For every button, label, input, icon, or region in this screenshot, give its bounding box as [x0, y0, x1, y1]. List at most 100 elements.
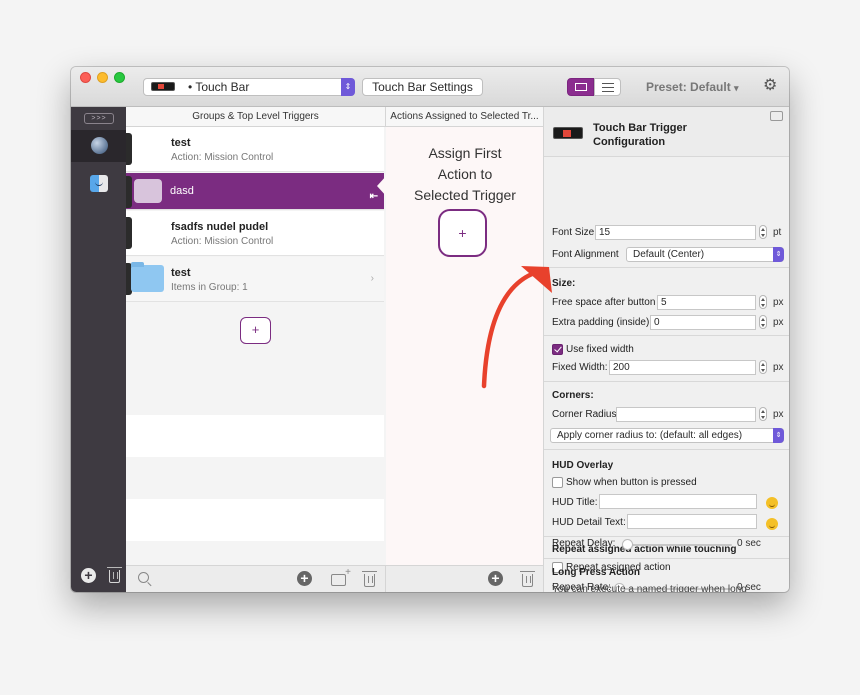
repeat-action-checkbox[interactable] [552, 562, 563, 573]
add-trigger-circle-button[interactable]: + [297, 571, 312, 586]
corner-radius-stepper[interactable] [759, 407, 767, 421]
config-title: Touch Bar Trigger Configuration [593, 121, 687, 149]
add-trigger-button[interactable]: + [240, 317, 271, 344]
touch-bar-button-preview [126, 133, 132, 165]
minimize-window-button[interactable] [97, 72, 108, 83]
touch-bar-settings-button[interactable]: Touch Bar Settings [362, 78, 483, 96]
delete-action-icon[interactable] [520, 571, 535, 587]
divider [544, 381, 789, 382]
btt-window: • Touch Bar ⇕ Touch Bar Settings Preset:… [71, 67, 789, 592]
close-window-button[interactable] [80, 72, 91, 83]
sidebar-item-global[interactable] [71, 130, 126, 162]
trigger-row-selected[interactable]: dasd ⇤ [126, 173, 384, 210]
corners-section-title: Corners: [552, 390, 594, 401]
touch-bar-icon [553, 127, 583, 139]
config-header: Touch Bar Trigger Configuration [544, 107, 789, 157]
free-space-unit: px [773, 297, 784, 308]
hint-line: Action to [437, 166, 493, 182]
font-size-label: Font Size [552, 227, 595, 238]
trigger-group-row[interactable]: test Items in Group: 1 › [126, 257, 384, 302]
free-space-stepper[interactable] [759, 295, 767, 309]
trigger-subtitle: Items in Group: 1 [171, 282, 248, 293]
add-app-button[interactable]: + [81, 568, 96, 583]
font-size-field[interactable]: 15 [595, 225, 756, 240]
extra-padding-unit: px [773, 317, 784, 328]
trigger-title: test [171, 137, 191, 149]
hud-detail-field[interactable] [627, 514, 757, 529]
preset-selector[interactable]: Preset: Default ▾ [646, 80, 739, 94]
trigger-subtitle: Action: Mission Control [171, 236, 274, 247]
title-bar: • Touch Bar ⇕ Touch Bar Settings Preset:… [71, 67, 789, 107]
add-folder-icon[interactable] [331, 567, 351, 586]
repeat-rate-slider[interactable] [614, 583, 625, 592]
divider [544, 449, 789, 450]
button-color-swatch [134, 179, 162, 203]
select-arrows-icon: ⇕ [341, 78, 355, 96]
gear-icon[interactable]: ⚙ [763, 77, 777, 95]
touch-bar-button-preview [126, 217, 132, 249]
search-icon[interactable] [138, 572, 149, 583]
chevron-right-icon: › [370, 273, 374, 284]
trigger-row[interactable]: test Action: Mission Control [126, 127, 384, 172]
actions-toolbar: + [386, 565, 544, 592]
view-grid-toggle[interactable] [567, 78, 594, 96]
add-action-circle-button[interactable]: + [488, 571, 503, 586]
apply-corner-radius-select[interactable]: Apply corner radius to: (default: all ed… [550, 428, 784, 443]
trigger-row[interactable]: fsadfs nudel pudel Action: Mission Contr… [126, 211, 384, 256]
sidebar-item-finder[interactable] [71, 169, 126, 201]
extra-padding-stepper[interactable] [759, 315, 767, 329]
hud-section-title: HUD Overlay [552, 460, 614, 471]
trigger-title: dasd [170, 185, 194, 197]
font-size-unit: pt [773, 227, 782, 238]
groups-toolbar: + [126, 565, 386, 592]
extra-padding-field[interactable]: 0 [650, 315, 756, 330]
free-space-label: Free space after button [552, 297, 656, 308]
assign-action-hint: Assign First Action to Selected Trigger [386, 143, 544, 206]
delete-app-icon[interactable] [107, 567, 122, 583]
preset-label: Preset: Default [646, 80, 731, 94]
config-title-line: Touch Bar Trigger [593, 122, 687, 134]
add-action-button[interactable]: + [438, 209, 487, 257]
font-size-stepper[interactable] [759, 225, 767, 239]
apply-corner-radius-value: Apply corner radius to: (default: all ed… [557, 430, 743, 441]
trigger-type-select[interactable]: • Touch Bar ⇕ [143, 78, 355, 96]
corner-radius-field[interactable] [616, 407, 756, 422]
touch-bar-icon [151, 82, 175, 91]
delete-trigger-icon[interactable] [362, 571, 377, 587]
hint-line: Selected Trigger [414, 187, 516, 203]
show-when-pressed-checkbox[interactable] [552, 477, 563, 488]
corner-radius-label: Corner Radius [552, 409, 617, 420]
fixed-width-label: Fixed Width: [552, 362, 608, 373]
sidebar-collapse-button[interactable]: >>> [84, 113, 114, 124]
list-stripe [126, 499, 384, 541]
triggers-list: test Action: Mission Control dasd ⇤ fsad… [126, 127, 386, 565]
divider [544, 335, 789, 336]
folder-icon [131, 262, 164, 292]
select-arrows-icon: ⇕ [773, 428, 784, 443]
list-stripe [126, 541, 384, 565]
hud-title-field[interactable] [599, 494, 757, 509]
list-stripe [126, 457, 384, 499]
detach-window-icon[interactable] [770, 111, 783, 121]
globe-icon [91, 137, 108, 154]
list-view-icon [602, 83, 614, 92]
repeat-rate-track[interactable] [616, 588, 732, 590]
finder-icon [90, 175, 108, 192]
divider [544, 536, 789, 537]
font-alignment-select[interactable]: Default (Center) ⇕ [626, 247, 784, 262]
fixed-width-stepper[interactable] [759, 360, 767, 374]
app-sidebar: >>> + [71, 107, 126, 592]
font-alignment-label: Font Alignment [552, 249, 619, 260]
config-title-line: Configuration [593, 136, 666, 148]
zoom-window-button[interactable] [114, 72, 125, 83]
trigger-title: test [171, 267, 191, 279]
repeat-section-title: Repeat assigned action while touching [552, 544, 737, 555]
emoji-picker-icon[interactable] [766, 497, 778, 509]
divider [544, 267, 789, 268]
show-when-pressed-label: Show when button is pressed [566, 477, 697, 488]
fixed-width-field[interactable]: 200 [609, 360, 756, 375]
corner-radius-unit: px [773, 409, 784, 420]
free-space-field[interactable]: 5 [657, 295, 756, 310]
view-list-toggle[interactable] [594, 78, 621, 96]
emoji-picker-icon[interactable] [766, 518, 778, 530]
